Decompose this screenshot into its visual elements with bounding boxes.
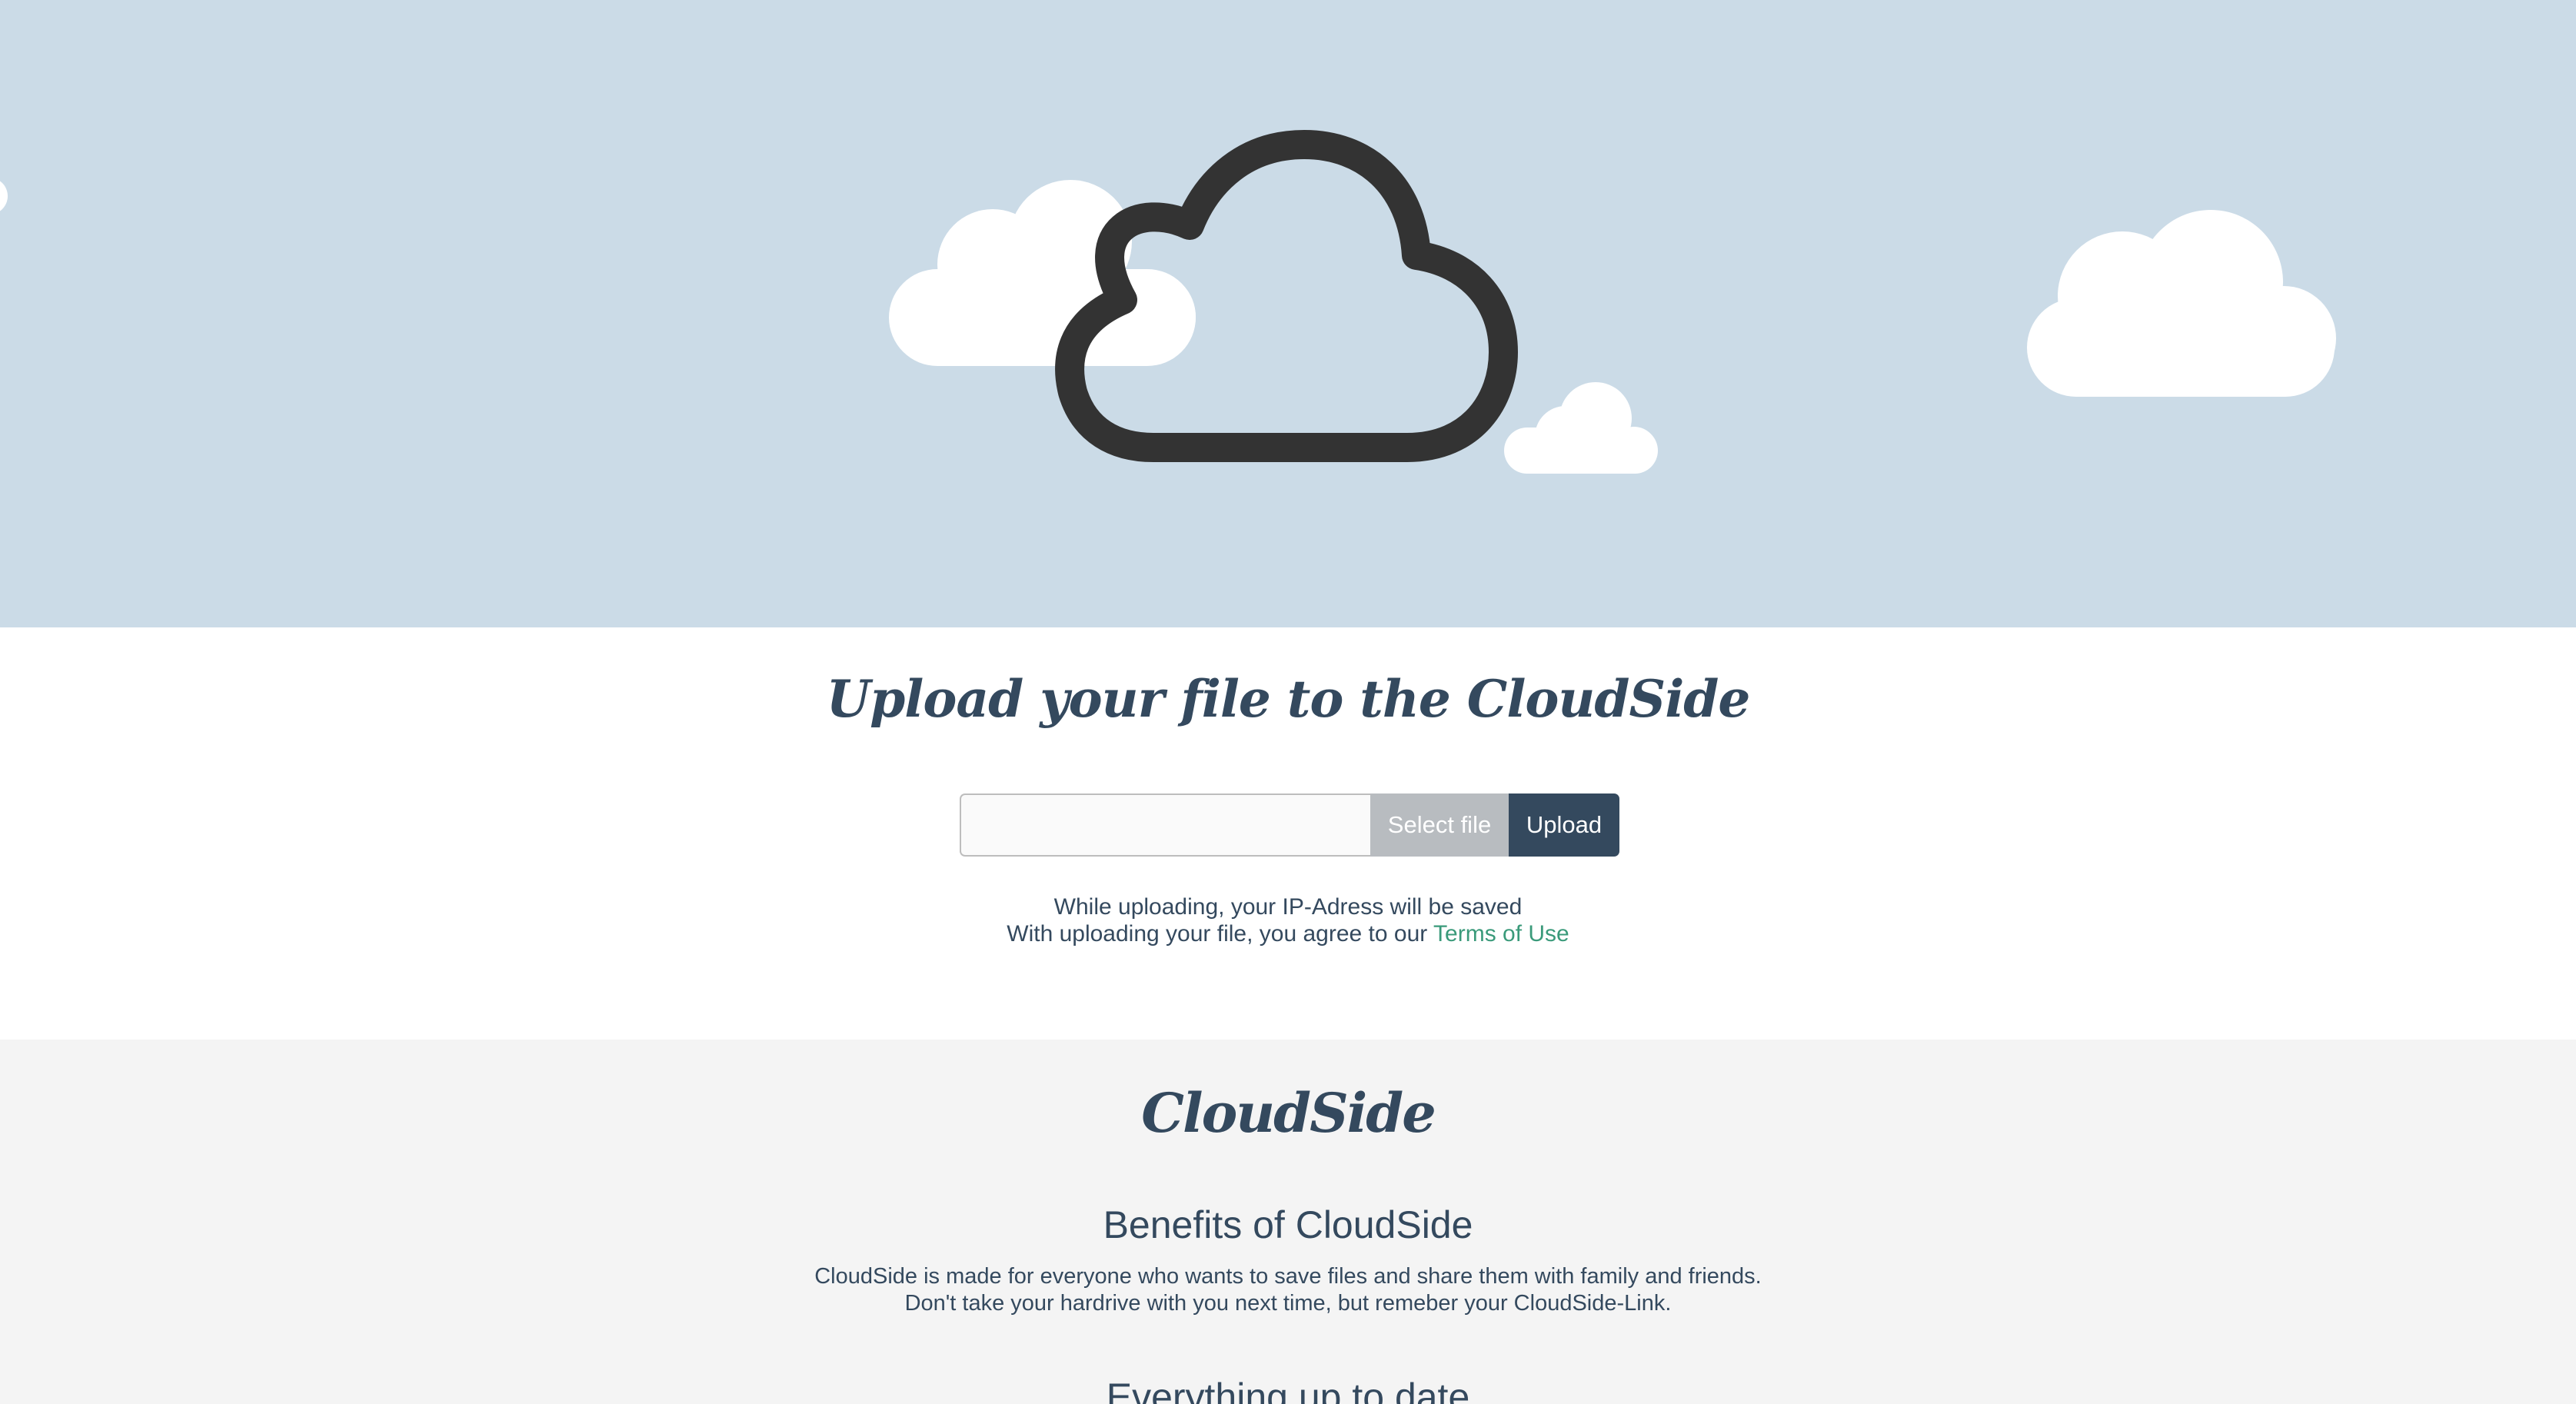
- file-path-input[interactable]: [960, 793, 1370, 857]
- ip-notice: While uploading, your IP-Adress will be …: [1053, 894, 1523, 920]
- upload-form: Select file Upload: [960, 793, 1621, 857]
- page: Upload your file to the CloudSide Select…: [0, 0, 2576, 1404]
- cloud-icon: [1504, 382, 1658, 474]
- upload-button[interactable]: Upload: [1509, 793, 1619, 857]
- select-file-button[interactable]: Select file: [1370, 793, 1509, 857]
- benefits-line: CloudSide is made for everyone who wants…: [814, 1264, 1762, 1289]
- terms-notice-text: With uploading your file, you agree to o…: [1007, 921, 1434, 947]
- info-section: CloudSide Benefits of CloudSide CloudSid…: [0, 1040, 2576, 1404]
- benefits-text: CloudSide is made for everyone who wants…: [0, 1263, 2576, 1317]
- terms-notice: With uploading your file, you agree to o…: [0, 920, 2576, 947]
- upload-section: Upload your file to the CloudSide Select…: [0, 627, 2576, 1040]
- benefits-heading: Benefits of CloudSide: [1103, 1203, 1473, 1246]
- terms-of-use-link[interactable]: Terms of Use: [1433, 921, 1569, 947]
- hero-banner: [0, 0, 2576, 627]
- benefits-line: Don't take your hardrive with you next t…: [904, 1291, 1672, 1316]
- cloud-outline-icon: [1055, 130, 1518, 462]
- upload-notice: While uploading, your IP-Adress will be …: [0, 893, 2576, 947]
- cloud-icon: [2027, 210, 2336, 397]
- upload-title: Upload your file to the CloudSide: [826, 669, 1751, 729]
- hero-illustration: [0, 130, 2336, 474]
- up-to-date-heading: Everything up to date: [1106, 1376, 1470, 1404]
- brand-title: CloudSide: [1141, 1081, 1436, 1145]
- cloud-icon: [0, 181, 8, 211]
